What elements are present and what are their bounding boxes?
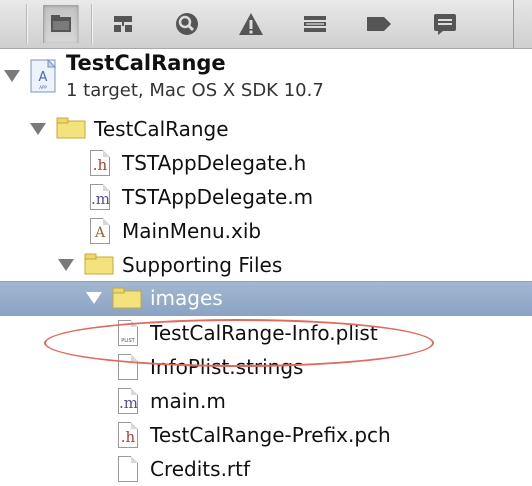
tree-row-group[interactable]: TestCalRange bbox=[0, 112, 532, 146]
tree-row-label: TestCalRange bbox=[94, 117, 229, 141]
disclosure-triangle-icon[interactable] bbox=[86, 292, 102, 304]
disclosure-triangle-icon[interactable] bbox=[4, 70, 20, 82]
toolbar-divider bbox=[91, 4, 93, 44]
folder-icon bbox=[112, 287, 142, 309]
tree-row-label: TestCalRange-Prefix.pch bbox=[150, 423, 391, 447]
tree-row-label: InfoPlist.strings bbox=[150, 355, 304, 379]
disclosure-triangle-icon[interactable] bbox=[58, 259, 74, 271]
search-navigator-icon bbox=[176, 13, 198, 35]
toolbar-divider bbox=[26, 4, 28, 44]
log-navigator-button[interactable] bbox=[428, 8, 462, 40]
issue-navigator-icon bbox=[239, 13, 263, 35]
breakpoint-navigator-icon bbox=[367, 17, 391, 31]
folder-icon bbox=[84, 253, 114, 275]
objc-source-file-icon: .m bbox=[90, 184, 110, 210]
project-navigator-button[interactable] bbox=[43, 5, 79, 43]
plist-file-icon: PLIST bbox=[118, 320, 138, 346]
tree-row-file[interactable]: PLIST TestCalRange-Info.plist bbox=[0, 316, 532, 350]
log-navigator-icon bbox=[434, 14, 456, 35]
tree-row-file[interactable]: .h TestCalRange-Prefix.pch bbox=[0, 418, 532, 452]
debug-navigator-button[interactable] bbox=[298, 8, 332, 40]
objc-source-file-icon: .m bbox=[118, 388, 138, 414]
folder-icon bbox=[56, 117, 86, 139]
tree-row-file[interactable]: Credits.rtf bbox=[0, 452, 532, 486]
tree-row-label: main.m bbox=[150, 389, 226, 413]
header-file-icon: .h bbox=[90, 150, 110, 176]
header-file-icon: .h bbox=[118, 422, 138, 448]
tree-row-label: TestCalRange-Info.plist bbox=[150, 321, 378, 345]
project-navigator-tree: A APP TestCalRange 1 target, Mac OS X SD… bbox=[0, 49, 532, 482]
strings-file-icon bbox=[118, 354, 138, 380]
disclosure-triangle-icon[interactable] bbox=[30, 123, 46, 135]
tree-row-label: Supporting Files bbox=[122, 253, 283, 277]
navigator-toolbar bbox=[0, 0, 532, 49]
tree-row-file[interactable]: .m main.m bbox=[0, 384, 532, 418]
issue-navigator-button[interactable] bbox=[234, 8, 268, 40]
search-navigator-button[interactable] bbox=[170, 8, 204, 40]
tree-row-file[interactable]: .m TSTAppDelegate.m bbox=[0, 180, 532, 214]
toolbar-edge bbox=[513, 0, 532, 48]
symbol-navigator-button[interactable] bbox=[106, 8, 140, 40]
rtf-file-icon bbox=[118, 456, 138, 482]
xib-file-icon: A bbox=[90, 218, 110, 244]
breakpoint-navigator-button[interactable] bbox=[362, 8, 396, 40]
tree-row-label: MainMenu.xib bbox=[122, 219, 262, 243]
project-row[interactable]: A APP TestCalRange 1 target, Mac OS X SD… bbox=[0, 49, 532, 107]
tree-row-group-selected[interactable]: images bbox=[0, 281, 532, 316]
xcode-project-icon: A APP bbox=[30, 59, 56, 93]
tree-row-file[interactable]: InfoPlist.strings bbox=[0, 350, 532, 384]
tree-row-file[interactable]: .h TSTAppDelegate.h bbox=[0, 146, 532, 180]
tree-row-label: Credits.rtf bbox=[150, 457, 251, 481]
project-navigator-icon bbox=[51, 15, 71, 32]
project-name: TestCalRange bbox=[66, 51, 226, 75]
symbol-navigator-icon bbox=[114, 16, 132, 32]
project-subtitle: 1 target, Mac OS X SDK 10.7 bbox=[66, 80, 324, 101]
tree-row-group[interactable]: Supporting Files bbox=[0, 248, 532, 282]
tree-row-label: images bbox=[150, 286, 223, 310]
debug-navigator-icon bbox=[304, 16, 326, 32]
tree-row-label: TSTAppDelegate.m bbox=[122, 185, 314, 209]
svg-text:A: A bbox=[39, 70, 48, 85]
tree-row-label: TSTAppDelegate.h bbox=[122, 151, 307, 175]
svg-text:APP: APP bbox=[39, 85, 47, 90]
tree-row-file[interactable]: A MainMenu.xib bbox=[0, 214, 532, 248]
